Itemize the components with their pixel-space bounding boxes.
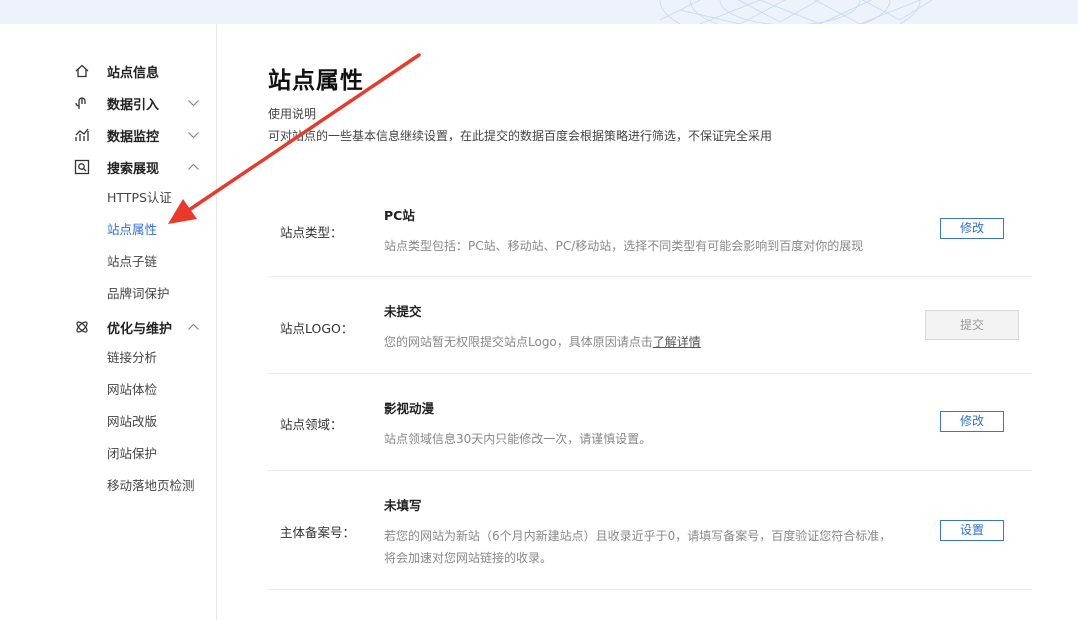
property-value: 影视动漫 <box>384 401 435 416</box>
sidebar-item-close-protection[interactable]: 闭站保护 <box>107 444 157 464</box>
property-hint: 站点领域信息30天内只能修改一次，请谨慎设置。 <box>384 432 652 446</box>
top-banner <box>0 0 1078 24</box>
property-label: 主体备案号： <box>280 525 356 540</box>
sidebar: 站点信息 数据引入 数据监控 搜索展现 HTTPS认证 站点属性 站点子链 品牌… <box>0 24 217 620</box>
property-value: PC站 <box>384 208 415 223</box>
sidebar-item-mobile-landing[interactable]: 移动落地页检测 <box>107 476 195 496</box>
sidebar-group-label: 优化与维护 <box>107 321 173 337</box>
sidebar-group-label: 搜索展现 <box>107 161 160 177</box>
sidebar-item-site-revision[interactable]: 网站改版 <box>107 412 157 432</box>
sidebar-group-site-info[interactable]: 站点信息 <box>0 55 216 87</box>
property-value: 未填写 <box>384 498 422 513</box>
modify-site-type-button[interactable]: 修改 <box>940 218 1004 239</box>
sidebar-item-link-analysis[interactable]: 链接分析 <box>107 348 157 368</box>
network-graphic-icon <box>659 0 933 24</box>
property-label: 站点领域： <box>280 417 343 432</box>
sidebar-item-site-checkup[interactable]: 网站体检 <box>107 380 157 400</box>
sidebar-group-data-monitor[interactable]: 数据监控 <box>0 119 216 151</box>
monitor-chart-icon <box>75 128 89 141</box>
sidebar-group-optimize[interactable]: 优化与维护 <box>0 311 216 343</box>
sidebar-item-https[interactable]: HTTPS认证 <box>107 188 172 208</box>
property-hint: 若您的网站为新站（6个月内新建站点）且收录近乎于0，请填写备案号，百度验证您符合… <box>384 529 892 543</box>
search-display-icon <box>74 159 90 175</box>
learn-more-link[interactable]: 了解详情 <box>653 335 701 349</box>
main-content: 站点属性 使用说明 可对站点的一些基本信息继续设置，在此提交的数据百度会根据策略… <box>218 24 1078 620</box>
property-row-site-domain: 站点领域： 影视动漫 站点领域信息30天内只能修改一次，请谨慎设置。 修改 <box>268 374 1032 471</box>
home-icon <box>75 64 89 78</box>
property-hint: 您的网站暂无权限提交站点Logo，具体原因请点击了解详情 <box>384 331 701 353</box>
data-import-icon <box>75 97 86 109</box>
property-value: 未提交 <box>384 304 422 319</box>
sidebar-group-label: 数据引入 <box>107 97 160 113</box>
property-hint: 站点类型包括：PC站、移动站、PC/移动站，选择不同类型有可能会影响到百度对你的… <box>384 239 864 253</box>
property-label: 站点类型： <box>280 225 343 240</box>
usage-title: 使用说明 <box>268 107 317 121</box>
modify-site-domain-button[interactable]: 修改 <box>940 411 1004 432</box>
property-row-site-logo: 站点LOGO： 未提交 您的网站暂无权限提交站点Logo，具体原因请点击了解详情… <box>268 277 1032 374</box>
optimize-icon <box>76 321 88 333</box>
sidebar-item-brand-protection[interactable]: 品牌词保护 <box>107 284 170 304</box>
sidebar-group-search-display[interactable]: 搜索展现 <box>0 151 216 183</box>
property-row-site-type: 站点类型： PC站 站点类型包括：PC站、移动站、PC/移动站，选择不同类型有可… <box>268 184 1032 277</box>
sidebar-item-sitelinks[interactable]: 站点子链 <box>107 252 157 272</box>
submit-logo-button[interactable]: 提交 <box>925 310 1019 340</box>
property-row-icp-number: 主体备案号： 未填写 若您的网站为新站（6个月内新建站点）且收录近乎于0，请填写… <box>268 471 1032 590</box>
chevron-up-icon <box>188 163 199 170</box>
sidebar-group-data-import[interactable]: 数据引入 <box>0 87 216 119</box>
property-hint-line2: 将会加速对您网站链接的收录。 <box>384 551 553 565</box>
sidebar-group-label: 数据监控 <box>107 129 160 145</box>
chevron-down-icon <box>188 100 199 107</box>
usage-description: 可对站点的一些基本信息继续设置，在此提交的数据百度会根据策略进行筛选，不保证完全… <box>268 129 773 143</box>
page-title: 站点属性 <box>268 68 364 94</box>
property-hint-text: 您的网站暂无权限提交站点Logo，具体原因请点击 <box>384 335 653 349</box>
sidebar-group-label: 站点信息 <box>107 65 160 81</box>
sidebar-item-site-attributes[interactable]: 站点属性 <box>107 220 157 240</box>
set-icp-button[interactable]: 设置 <box>940 520 1004 541</box>
chevron-down-icon <box>188 132 199 139</box>
chevron-up-icon <box>188 323 199 330</box>
property-label: 站点LOGO： <box>280 321 354 336</box>
